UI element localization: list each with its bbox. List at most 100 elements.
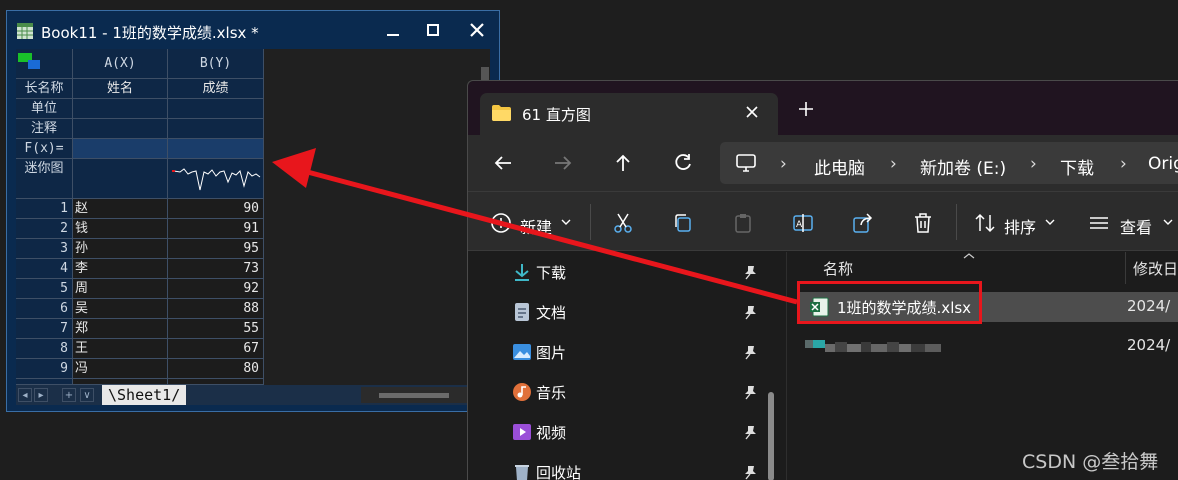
sheet-prev-button[interactable]: ▸: [34, 388, 48, 402]
row-number[interactable]: 1: [16, 199, 73, 219]
music-icon: [513, 383, 531, 401]
comments-cell-b[interactable]: [168, 119, 264, 139]
nav-item-downloads[interactable]: 下载: [510, 252, 770, 292]
row-number[interactable]: 3: [16, 239, 73, 259]
forward-arrow-icon[interactable]: [552, 152, 574, 174]
row-label-fx[interactable]: F(x)=: [16, 139, 73, 159]
nav-item-recycle-bin[interactable]: 回收站: [510, 452, 770, 480]
column-header-b[interactable]: B(Y): [168, 49, 264, 79]
pin-icon[interactable]: [742, 464, 758, 480]
score-cell[interactable]: 55: [168, 319, 264, 339]
comments-cell-a[interactable]: [73, 119, 168, 139]
copy-icon[interactable]: [672, 212, 694, 234]
row-number[interactable]: 4: [16, 259, 73, 279]
worksheet-grid[interactable]: A(X) B(Y) 长名称 姓名 成绩 单位 注释 F(x)= 迷你图 1 赵 …: [16, 49, 490, 405]
sort-button[interactable]: 排序: [1004, 214, 1036, 238]
explorer-tab[interactable]: 61 直方图: [480, 93, 778, 135]
row-label-comments[interactable]: 注释: [16, 119, 73, 139]
nav-item-videos[interactable]: 视频: [510, 412, 770, 452]
pin-icon[interactable]: [742, 424, 758, 440]
refresh-icon[interactable]: [672, 152, 694, 174]
score-cell[interactable]: 88: [168, 299, 264, 319]
fx-cell-a[interactable]: [73, 139, 168, 159]
share-icon[interactable]: [852, 212, 874, 234]
row-number[interactable]: 7: [16, 319, 73, 339]
name-cell[interactable]: 周: [73, 279, 168, 299]
new-plus-icon[interactable]: [490, 212, 512, 234]
explorer-window: 61 直方图 › 此电脑 › 新加卷 (E:) › 下载 › Orig 新建 A: [467, 80, 1178, 480]
sheet-tab-sheet1[interactable]: \Sheet1/: [102, 385, 187, 405]
sparkline-cell-a[interactable]: [73, 159, 168, 199]
breadcrumb-origin[interactable]: Orig: [1148, 154, 1178, 174]
name-cell[interactable]: 吴: [73, 299, 168, 319]
row-number[interactable]: 2: [16, 219, 73, 239]
pin-icon[interactable]: [742, 264, 758, 280]
pin-icon[interactable]: [742, 304, 758, 320]
minimize-icon[interactable]: [383, 20, 403, 40]
score-cell[interactable]: 90: [168, 199, 264, 219]
pin-icon[interactable]: [742, 384, 758, 400]
units-cell-b[interactable]: [168, 99, 264, 119]
nav-item-pictures[interactable]: 图片: [510, 332, 770, 372]
workbook-title-bar[interactable]: Book11 - 1班的数学成绩.xlsx *: [7, 11, 499, 49]
new-tab-icon[interactable]: [796, 99, 816, 119]
close-icon[interactable]: [467, 20, 487, 40]
pin-icon[interactable]: [742, 344, 758, 360]
row-label-sparkline[interactable]: 迷你图: [16, 159, 73, 199]
nav-pane-scrollbar[interactable]: [768, 392, 774, 480]
paste-icon[interactable]: [732, 212, 754, 234]
name-cell[interactable]: 孙: [73, 239, 168, 259]
long-name-cell-b[interactable]: 成绩: [168, 79, 264, 99]
score-cell[interactable]: 80: [168, 359, 264, 379]
cut-icon[interactable]: [612, 212, 634, 234]
row-number[interactable]: 6: [16, 299, 73, 319]
column-header-a[interactable]: A(X): [73, 49, 168, 79]
column-header-modified[interactable]: 修改日: [1133, 258, 1178, 279]
view-list-icon[interactable]: [1088, 212, 1110, 234]
document-icon: [515, 303, 529, 321]
up-arrow-icon[interactable]: [612, 152, 634, 174]
name-cell[interactable]: 钱: [73, 219, 168, 239]
units-cell-a[interactable]: [73, 99, 168, 119]
maximize-icon[interactable]: [423, 20, 443, 40]
breadcrumb-this-pc[interactable]: 此电脑: [814, 154, 865, 179]
fx-cell-b[interactable]: [168, 139, 264, 159]
name-cell[interactable]: 冯: [73, 359, 168, 379]
name-cell[interactable]: 赵: [73, 199, 168, 219]
close-tab-icon[interactable]: [742, 102, 762, 122]
sparkline-cell-b[interactable]: [168, 159, 264, 199]
address-bar[interactable]: › 此电脑 › 新加卷 (E:) › 下载 › Orig: [720, 142, 1178, 184]
breadcrumb-drive[interactable]: 新加卷 (E:): [920, 154, 1006, 179]
rename-icon[interactable]: A: [792, 212, 814, 234]
row-number[interactable]: 9: [16, 359, 73, 379]
nav-item-documents[interactable]: 文档: [510, 292, 770, 332]
row-label-long-name[interactable]: 长名称: [16, 79, 73, 99]
sheet-first-button[interactable]: ◂: [18, 388, 32, 402]
score-cell[interactable]: 91: [168, 219, 264, 239]
blurred-file-name: [805, 340, 941, 352]
row-number[interactable]: 8: [16, 339, 73, 359]
sort-icon[interactable]: [974, 212, 996, 234]
score-cell[interactable]: 67: [168, 339, 264, 359]
grid-corner[interactable]: [16, 49, 73, 79]
name-cell[interactable]: 李: [73, 259, 168, 279]
nav-item-music[interactable]: 音乐: [510, 372, 770, 412]
breadcrumb-downloads[interactable]: 下载: [1060, 154, 1094, 179]
name-cell[interactable]: 郑: [73, 319, 168, 339]
row-number[interactable]: 5: [16, 279, 73, 299]
row-label-units[interactable]: 单位: [16, 99, 73, 119]
long-name-cell-a[interactable]: 姓名: [73, 79, 168, 99]
name-cell[interactable]: 王: [73, 339, 168, 359]
horizontal-scrollbar[interactable]: [361, 387, 471, 403]
sheet-list-button[interactable]: ∨: [80, 388, 94, 402]
view-button[interactable]: 查看: [1120, 214, 1152, 238]
scrollbar-thumb[interactable]: [379, 393, 449, 398]
score-cell[interactable]: 95: [168, 239, 264, 259]
column-header-name[interactable]: 名称: [823, 258, 853, 279]
add-sheet-button[interactable]: +: [62, 388, 76, 402]
new-button[interactable]: 新建: [520, 214, 552, 238]
delete-icon[interactable]: [912, 212, 934, 234]
score-cell[interactable]: 73: [168, 259, 264, 279]
score-cell[interactable]: 92: [168, 279, 264, 299]
back-arrow-icon[interactable]: [492, 152, 514, 174]
